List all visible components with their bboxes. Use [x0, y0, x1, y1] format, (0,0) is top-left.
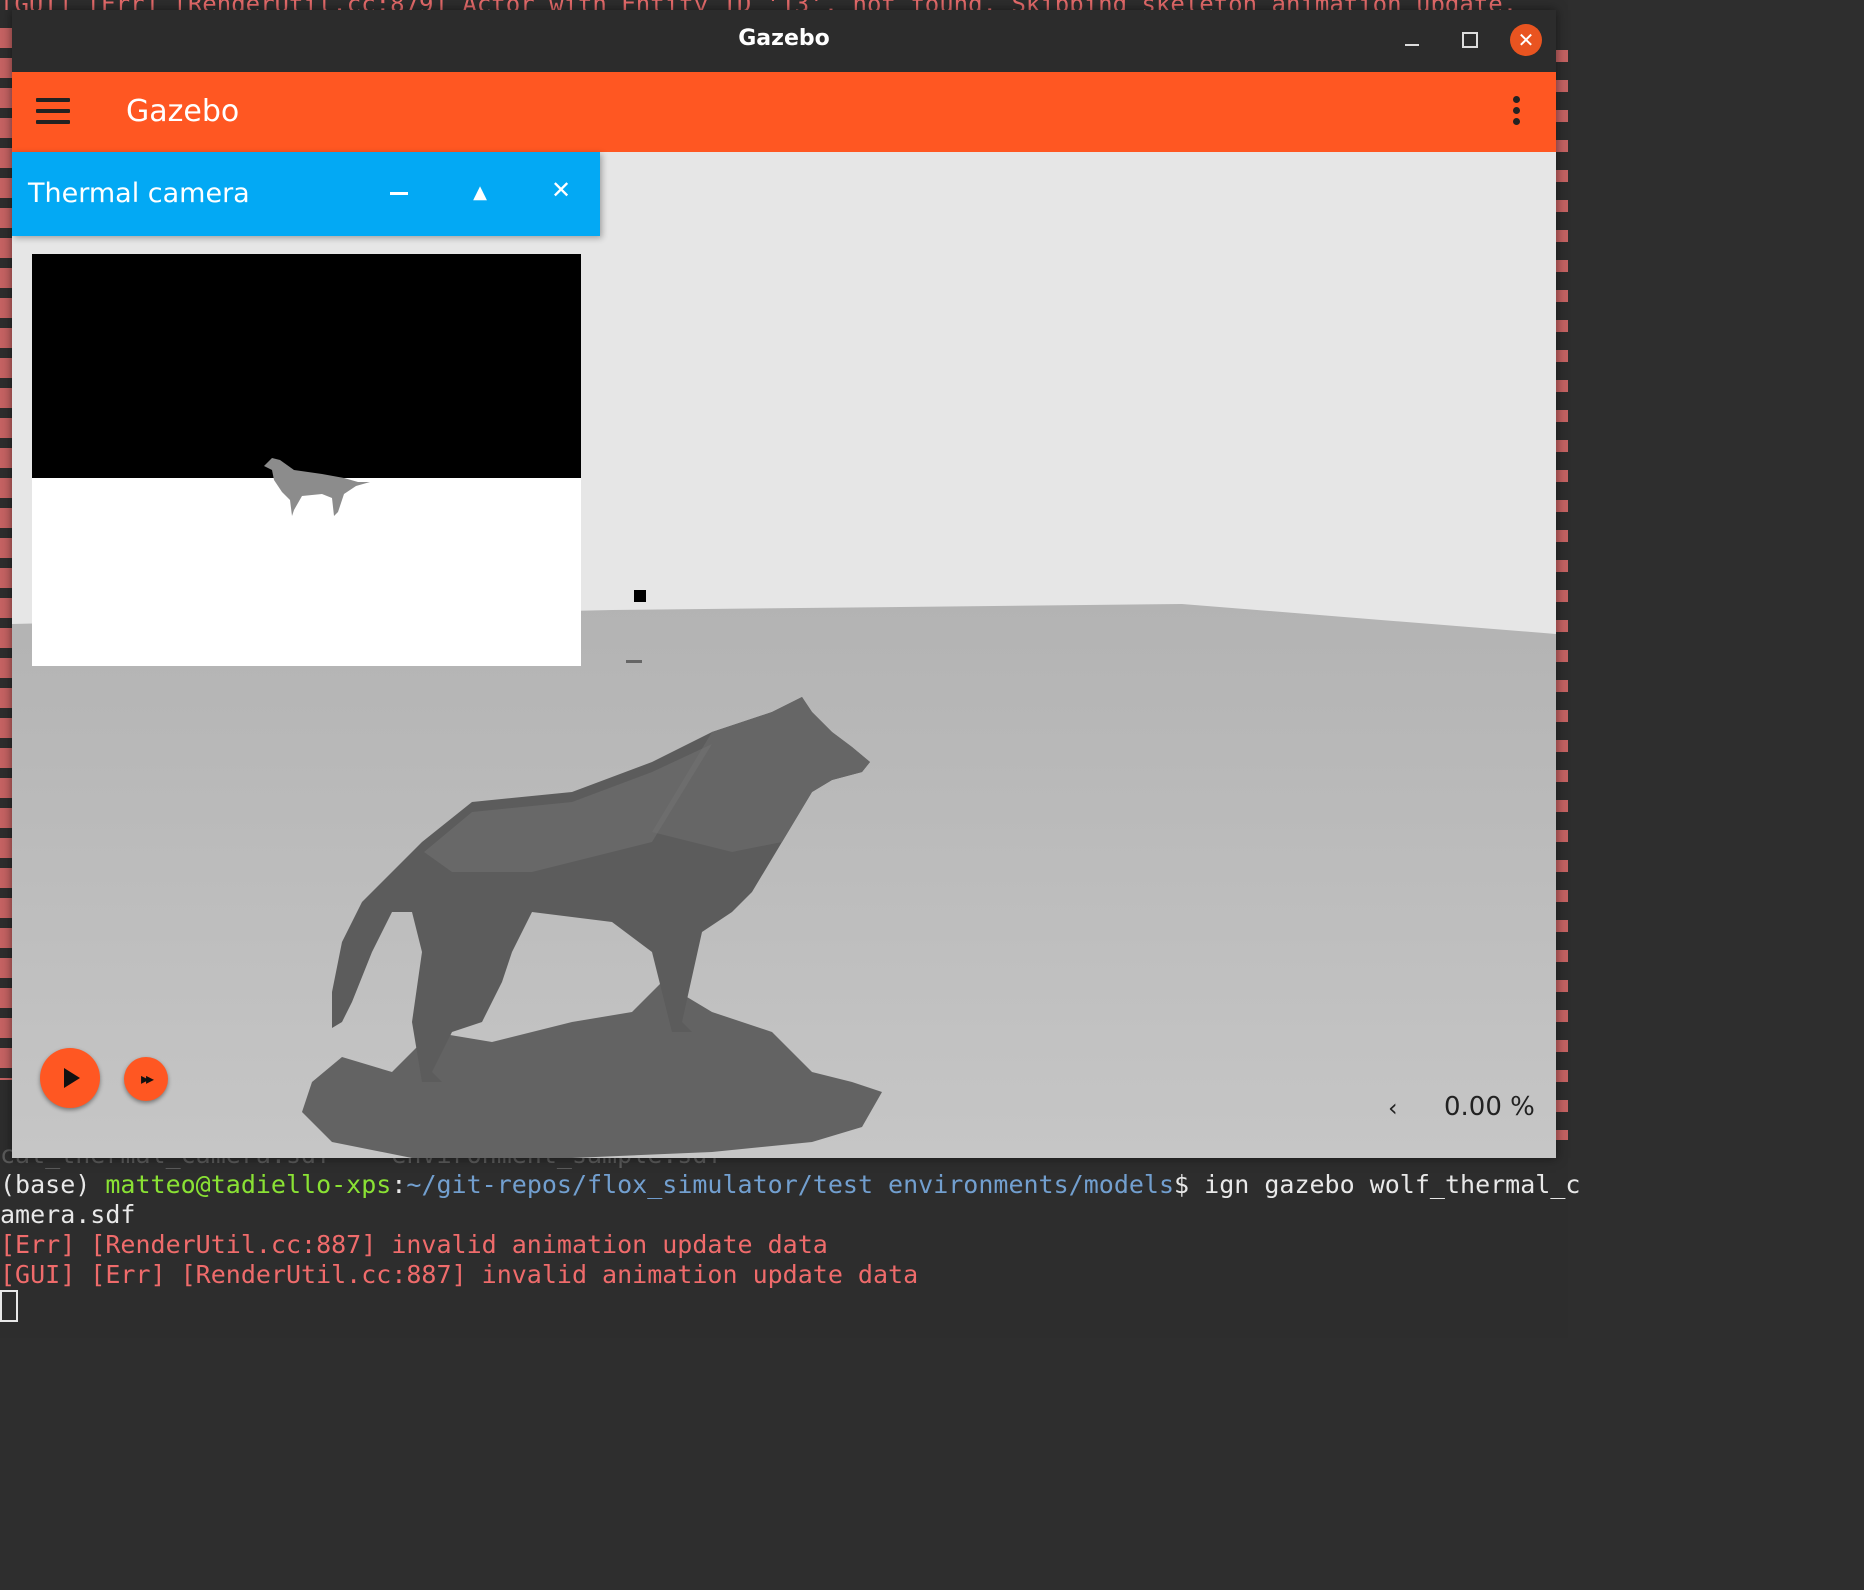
rtf-expand-chevron-icon[interactable]: ‹ [1388, 1094, 1398, 1122]
window-titlebar[interactable]: Gazebo ✕ [12, 10, 1556, 72]
gazebo-window: Gazebo ✕ Gazebo Thermal camera ▲ ✕ ▸▸ ‹ … [12, 10, 1556, 1158]
app-title: Gazebo [126, 94, 240, 129]
maximize-icon [1462, 32, 1478, 48]
thermal-camera-panel-header[interactable]: Thermal camera ▲ ✕ [12, 152, 600, 236]
terminal-command-wrap: amera.sdf [0, 1200, 136, 1229]
prompt-user: matteo@tadiello-xps [105, 1170, 392, 1199]
terminal-command: ign gazebo wolf_thermal_c [1204, 1170, 1581, 1199]
prompt-path: ~/git-repos/flox_simulator/test environm… [406, 1170, 1175, 1199]
panel-close-button[interactable]: ✕ [546, 176, 576, 204]
more-options-icon[interactable] [1508, 96, 1524, 132]
play-button[interactable] [40, 1048, 100, 1108]
step-forward-button[interactable]: ▸▸ [124, 1057, 168, 1101]
terminal-edge-right [1556, 40, 1568, 1140]
terminal-top-line: [GUI] [Err] [RenderUtil.cc:879] Actor wi… [0, 0, 1568, 10]
close-icon: ✕ [1517, 28, 1535, 52]
triangle-up-icon: ▲ [473, 182, 487, 203]
minimize-icon [390, 192, 408, 195]
minimize-icon [1405, 44, 1419, 46]
thermal-camera-panel-title: Thermal camera [28, 178, 250, 209]
thermal-camera-panel-body [12, 236, 600, 676]
real-time-factor: 0.00 % [1444, 1092, 1535, 1122]
terminal-prompt: (base) matteo@tadiello-xps:~/git-repos/f… [0, 1170, 1580, 1199]
close-icon: ✕ [550, 176, 572, 204]
window-maximize-button[interactable] [1454, 24, 1486, 56]
thermal-camera-image [32, 254, 581, 666]
prompt-env: (base) [0, 1170, 106, 1199]
panel-minimize-button[interactable] [384, 192, 414, 195]
panel-collapse-button[interactable]: ▲ [465, 182, 495, 203]
window-title: Gazebo [738, 26, 830, 51]
play-icon [64, 1068, 80, 1088]
prompt-separator: : [391, 1170, 407, 1199]
hamburger-menu-icon[interactable] [36, 98, 70, 126]
app-bar: Gazebo [12, 72, 1556, 152]
window-close-button[interactable]: ✕ [1510, 24, 1542, 56]
scene-marker [634, 590, 646, 602]
fast-forward-icon: ▸▸ [140, 1069, 154, 1088]
terminal-output: cat_thermal_camera.sdf environment_sampl… [0, 1140, 1580, 1322]
window-minimize-button[interactable] [1396, 24, 1428, 56]
prompt-dollar: $ [1174, 1170, 1205, 1199]
terminal-error-1: [Err] [RenderUtil.cc:887] invalid animat… [0, 1230, 828, 1259]
terminal-error-2: [GUI] [Err] [RenderUtil.cc:887] invalid … [0, 1260, 919, 1289]
terminal-cursor [0, 1290, 18, 1322]
